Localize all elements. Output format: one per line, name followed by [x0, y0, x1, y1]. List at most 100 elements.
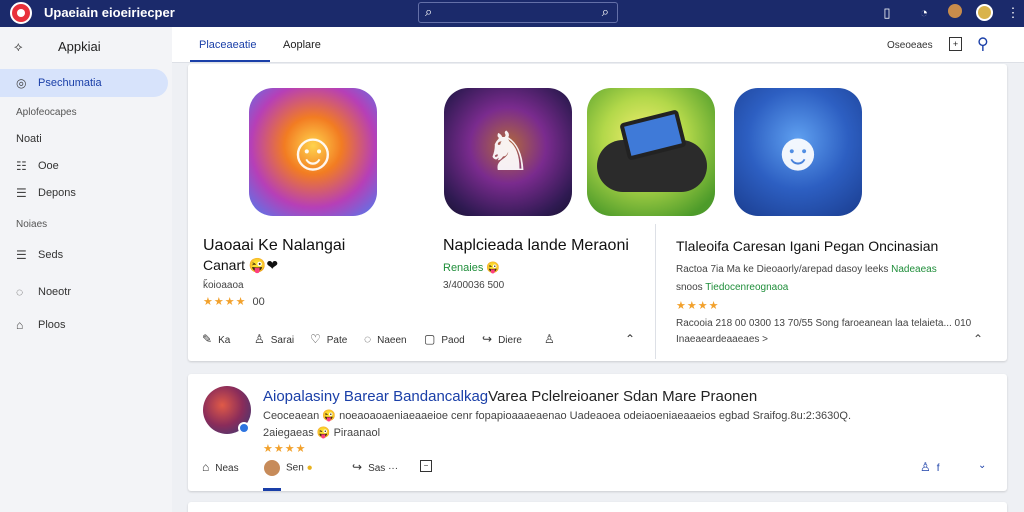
folder-icon: ⌂ — [16, 318, 24, 332]
sidebar-item-ploos[interactable]: ⌂ Ploos — [0, 311, 168, 339]
post-title-text: Varea Pclelreioaner Sdan Mare Praonen — [488, 388, 758, 405]
heart-icon: ♡ — [310, 332, 321, 346]
characters-icon: ☻ — [769, 122, 827, 182]
settings-icon: ☰ — [16, 248, 27, 262]
app-icon-game-4[interactable]: ☻ — [734, 88, 862, 216]
mascot-icon: ☺ — [285, 122, 341, 182]
action-save[interactable]: ♡ Pate — [310, 332, 347, 346]
action-label: Ka — [218, 335, 231, 346]
search-input[interactable]: ⌕ ⌕ — [418, 2, 618, 23]
action-label: Neas — [215, 463, 239, 474]
see-more-link[interactable]: Inaeaeardeaaeaes > — [676, 334, 768, 345]
description-highlight: Nadeaeas — [891, 264, 937, 275]
user-avatar[interactable] — [946, 4, 964, 22]
post-title[interactable]: Aiopalasiny Barear BandancalkagVarea Pcl… — [263, 388, 757, 405]
app-icon-game-3[interactable] — [587, 88, 715, 216]
action-like[interactable]: ♙ f — [920, 460, 940, 474]
next-card — [188, 502, 1007, 512]
app-title[interactable]: Naplcieada lande Meraoni — [443, 237, 629, 255]
tag-emoji: 😜 — [486, 262, 501, 274]
sidebar-item-ooe[interactable]: ☷ Ooe — [0, 152, 168, 180]
action-user[interactable]: Sen ● — [264, 460, 313, 476]
more-icon[interactable]: ⋮ — [1004, 4, 1022, 22]
action-label: Sarai — [270, 335, 295, 346]
like-icon: ♙ — [254, 332, 265, 346]
expand-icon[interactable]: ⌄ — [978, 460, 986, 471]
profile-avatar[interactable] — [975, 4, 993, 22]
app-title[interactable]: Uaoaai Ke Nalangai — [203, 237, 345, 255]
tab-placeaeatie[interactable]: Placeaeatie — [199, 39, 257, 51]
app-meta: 3/400036 500 — [443, 280, 505, 291]
message-icon: ▢ — [424, 332, 436, 346]
sort-label[interactable]: Oseoeaes — [887, 40, 933, 51]
post-actions: ⌂ Neas Sen ● ↪ Sas ··· − ♙ f ⌄ — [202, 460, 992, 478]
sidebar-item-active[interactable]: ◎ Psechumatia — [0, 69, 168, 97]
app-icon-game-2[interactable]: ♞ — [444, 88, 572, 216]
share-icon: ✎ — [202, 332, 213, 346]
action-upvote[interactable]: ♙ — [544, 332, 561, 346]
action-forward[interactable]: ↪ Diere — [482, 332, 522, 346]
clock-icon: ◌ — [16, 285, 24, 299]
app-subtitle: Canart 😜❤ — [203, 257, 279, 273]
warrior-icon: ♞ — [483, 122, 533, 182]
sidebar-item-label: Depons — [38, 187, 76, 199]
puzzle-icon: ⟡ — [14, 39, 23, 54]
home-icon: ◎ — [16, 76, 27, 90]
sidebar: ⟡ Appkiai ◎ Psechumatia Aplofeocapes Noat… — [0, 27, 172, 512]
home-icon: ⌂ — [202, 460, 210, 474]
rating-count: 00 — [252, 296, 265, 308]
action-comment[interactable]: ◌ Naeen — [364, 332, 407, 346]
sidebar-item-noati[interactable]: Noati — [16, 133, 42, 145]
sidebar-item-label: Ooe — [38, 160, 59, 172]
post-title-link[interactable]: Aiopalasiny Barear Bandancalkag — [263, 388, 488, 405]
emoji-icon: ● — [306, 462, 313, 474]
action-label: Paod — [441, 335, 465, 346]
bookmark-icon[interactable]: − — [420, 460, 432, 472]
chevron-icon: ⌃ — [625, 332, 636, 346]
more-dots-icon: ··· — [388, 463, 399, 474]
notification-icon[interactable]: ◔ — [915, 4, 933, 22]
sidebar-item-label: Psechumatia — [38, 77, 102, 89]
sidebar-item-label: Ploos — [38, 319, 66, 331]
description-text: snoos — [676, 282, 703, 293]
sidebar-section-title: Noiaes — [16, 219, 48, 230]
action-share[interactable]: ✎ Ka — [202, 332, 230, 346]
action-more[interactable]: ⌃ — [625, 332, 641, 346]
sidebar-section-title: Aplofeocapes — [16, 107, 77, 118]
app-description-2: snoos Tiedocenreognaoa — [676, 282, 788, 293]
top-bar: Upaeiain eioeiriecper ⌕ ⌕ ▯ ◔ ⋮ — [0, 0, 1024, 27]
action-label: Diere — [498, 335, 522, 346]
sidebar-item-noeotr[interactable]: ◌ Noeotr — [0, 278, 168, 306]
app-tag: Renaies 😜 — [443, 261, 500, 274]
sidebar-item-depons[interactable]: ☰ Depons — [0, 179, 168, 207]
action-post[interactable]: ▢ Paod — [424, 332, 465, 346]
app-title[interactable]: Tlaleoifa Caresan Igani Pegan Oncinasian — [676, 238, 938, 254]
app-icon-game-1[interactable]: ☺ — [249, 88, 377, 216]
forward-icon: ↪ — [482, 332, 493, 346]
tab-aoplare[interactable]: Aoplare — [283, 39, 321, 51]
tab-bar: Placeaeatie Aoplare Oseoeaes + ⚲ — [172, 27, 1024, 63]
app-title: Upaeiain eioeiriecper — [44, 5, 175, 20]
action-share[interactable]: ↪ Sas ··· — [352, 460, 398, 474]
bookmark-icon[interactable]: ▯ — [878, 4, 896, 22]
app-logo[interactable] — [10, 2, 32, 24]
filter-icon[interactable]: + — [949, 37, 962, 51]
action-news[interactable]: ⌂ Neas — [202, 460, 239, 474]
sidebar-item-seds[interactable]: ☰ Seds — [0, 241, 168, 269]
stars: ★★★★ — [203, 296, 247, 308]
app-meta: ǩoioaaoa — [203, 280, 244, 291]
description-text: Ractoa 7ia Ma ke Dieoaorly/arepad dasoy … — [676, 264, 889, 275]
app-details: Racooia 218 00 0300 13 70/55 Song faroea… — [676, 318, 972, 329]
search-icon[interactable]: ⚲ — [977, 34, 989, 54]
action-label: Sas — [368, 463, 386, 474]
sidebar-header[interactable]: ⟡ Appkiai — [14, 39, 101, 55]
collapse-icon[interactable]: ⌃ — [973, 332, 983, 346]
action-like[interactable]: ♙ Sarai — [254, 332, 294, 346]
featured-apps-card: ☺ ♞ ☻ Uaoaai Ke Nalangai Canart 😜❤ ǩoioa… — [188, 64, 1007, 361]
search-submit-icon[interactable]: ⌕ — [602, 4, 609, 20]
comment-icon: ◌ — [364, 332, 372, 346]
rating-stars: ★★★★ — [263, 443, 307, 455]
action-label: Sen — [286, 462, 304, 474]
post-tag: 2aiegaeas 😜 Piraanaol — [263, 427, 381, 439]
sidebar-header-label: Appkiai — [58, 39, 101, 54]
